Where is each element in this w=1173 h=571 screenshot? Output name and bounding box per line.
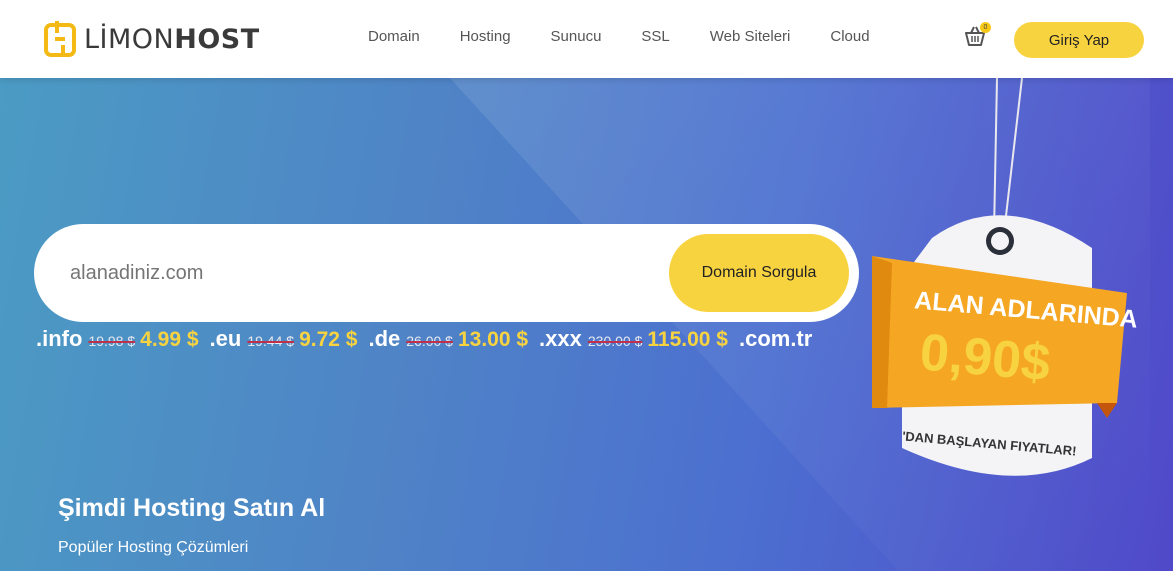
cart-count-badge: 0 xyxy=(980,22,991,33)
tld-new-price: 4.99 $ xyxy=(140,328,199,351)
logo-text-part2: HOST xyxy=(174,23,260,55)
logo-mark-icon xyxy=(44,21,76,57)
tld-name: .info xyxy=(36,326,83,351)
nav-item-web-siteleri[interactable]: Web Siteleri xyxy=(710,28,791,45)
tld-price-list: .info 19.98 $ 4.99 $ .eu 19.44 $ 9.72 $ … xyxy=(36,326,859,360)
tld-old-price: 19.44 $ xyxy=(247,333,295,349)
tld-item[interactable]: .de 26.00 $ 13.00 $ xyxy=(368,326,528,352)
nav-item-ssl[interactable]: SSL xyxy=(641,28,669,45)
tld-name: .com.tr xyxy=(738,326,813,351)
tld-old-price: 26.00 $ xyxy=(406,333,453,349)
tld-name: .de xyxy=(368,326,401,351)
nav-item-domain[interactable]: Domain xyxy=(368,28,420,45)
login-button[interactable]: Giriş Yap xyxy=(1014,22,1144,58)
tld-item[interactable]: .info 19.98 $ 4.99 $ xyxy=(36,326,199,352)
nav-item-sunucu[interactable]: Sunucu xyxy=(551,28,602,45)
logo[interactable]: LİMONHOST xyxy=(44,19,260,59)
domain-search-input[interactable] xyxy=(68,250,632,296)
tld-item[interactable]: .eu 19.44 $ 9.72 $ xyxy=(210,326,358,352)
promo-tag-price: 0,90$ xyxy=(917,323,1053,393)
tld-old-price: 19.98 $ xyxy=(88,333,136,349)
tld-new-price: 13.00 $ xyxy=(457,328,529,351)
tld-item[interactable]: .xxx 230.00 $ 115.00 $ xyxy=(539,326,728,352)
nav-item-cloud[interactable]: Cloud xyxy=(830,28,869,45)
header: LİMONHOST Domain Hosting Sunucu SSL Web … xyxy=(0,0,1173,78)
tld-old-price: 230.00 $ xyxy=(587,333,643,349)
logo-text-part1: LİMON xyxy=(84,23,175,55)
domain-search-button[interactable]: Domain Sorgula xyxy=(669,234,849,312)
hero-title: Şimdi Hosting Satın Al xyxy=(58,494,326,522)
cart-button[interactable]: 0 xyxy=(963,22,991,49)
nav-item-hosting[interactable]: Hosting xyxy=(460,28,511,45)
tld-name: .eu xyxy=(209,326,242,351)
tld-name: .xxx xyxy=(539,326,582,351)
tld-new-price: 9.72 $ xyxy=(299,328,358,351)
main-nav: Domain Hosting Sunucu SSL Web Siteleri C… xyxy=(368,28,910,45)
tld-new-price: 115.00 $ xyxy=(647,328,728,351)
hero-subtitle: Popüler Hosting Çözümleri xyxy=(58,539,249,556)
tld-item[interactable]: .com.tr xyxy=(739,326,823,352)
hero-section: Domain Sorgula .info 19.98 $ 4.99 $ .eu … xyxy=(0,78,1173,571)
